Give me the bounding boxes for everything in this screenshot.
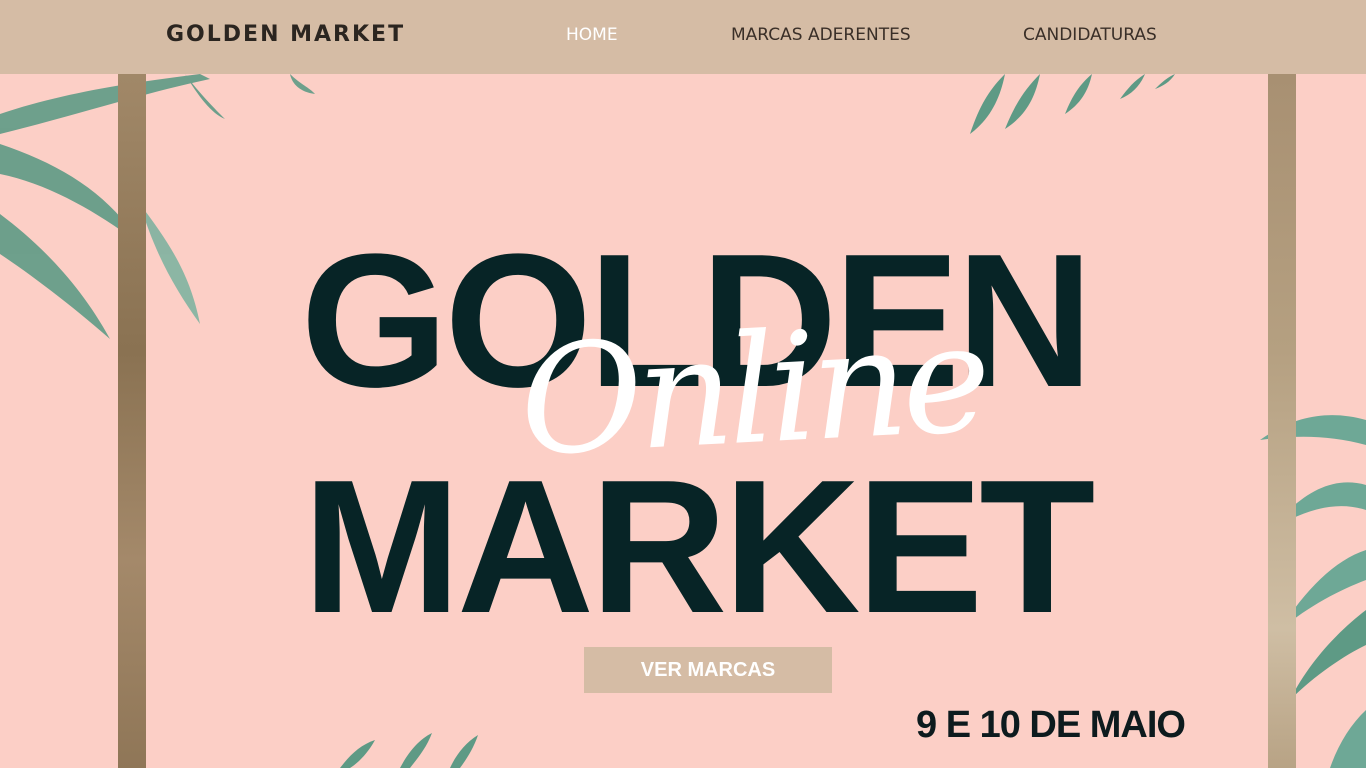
top-navigation-bar: GOLDEN MARKET HOME MARCAS ADERENTES CAND… [0, 0, 1366, 74]
leaf-bottom-icon [340, 733, 478, 768]
leaf-top-right-icon [970, 74, 1175, 134]
nav-marcas-aderentes[interactable]: MARCAS ADERENTES [731, 25, 911, 45]
nav-candidaturas[interactable]: CANDIDATURAS [1023, 25, 1157, 45]
ver-marcas-button[interactable]: VER MARCAS [584, 647, 832, 693]
hero-script-word: Online [515, 291, 990, 490]
nav-home[interactable]: HOME [566, 25, 618, 45]
event-date: 9 E 10 DE MAIO [916, 704, 1186, 746]
gold-pillar-left [118, 74, 146, 768]
site-brand-logo[interactable]: GOLDEN MARKET [166, 22, 405, 47]
gold-pillar-right [1268, 74, 1296, 768]
